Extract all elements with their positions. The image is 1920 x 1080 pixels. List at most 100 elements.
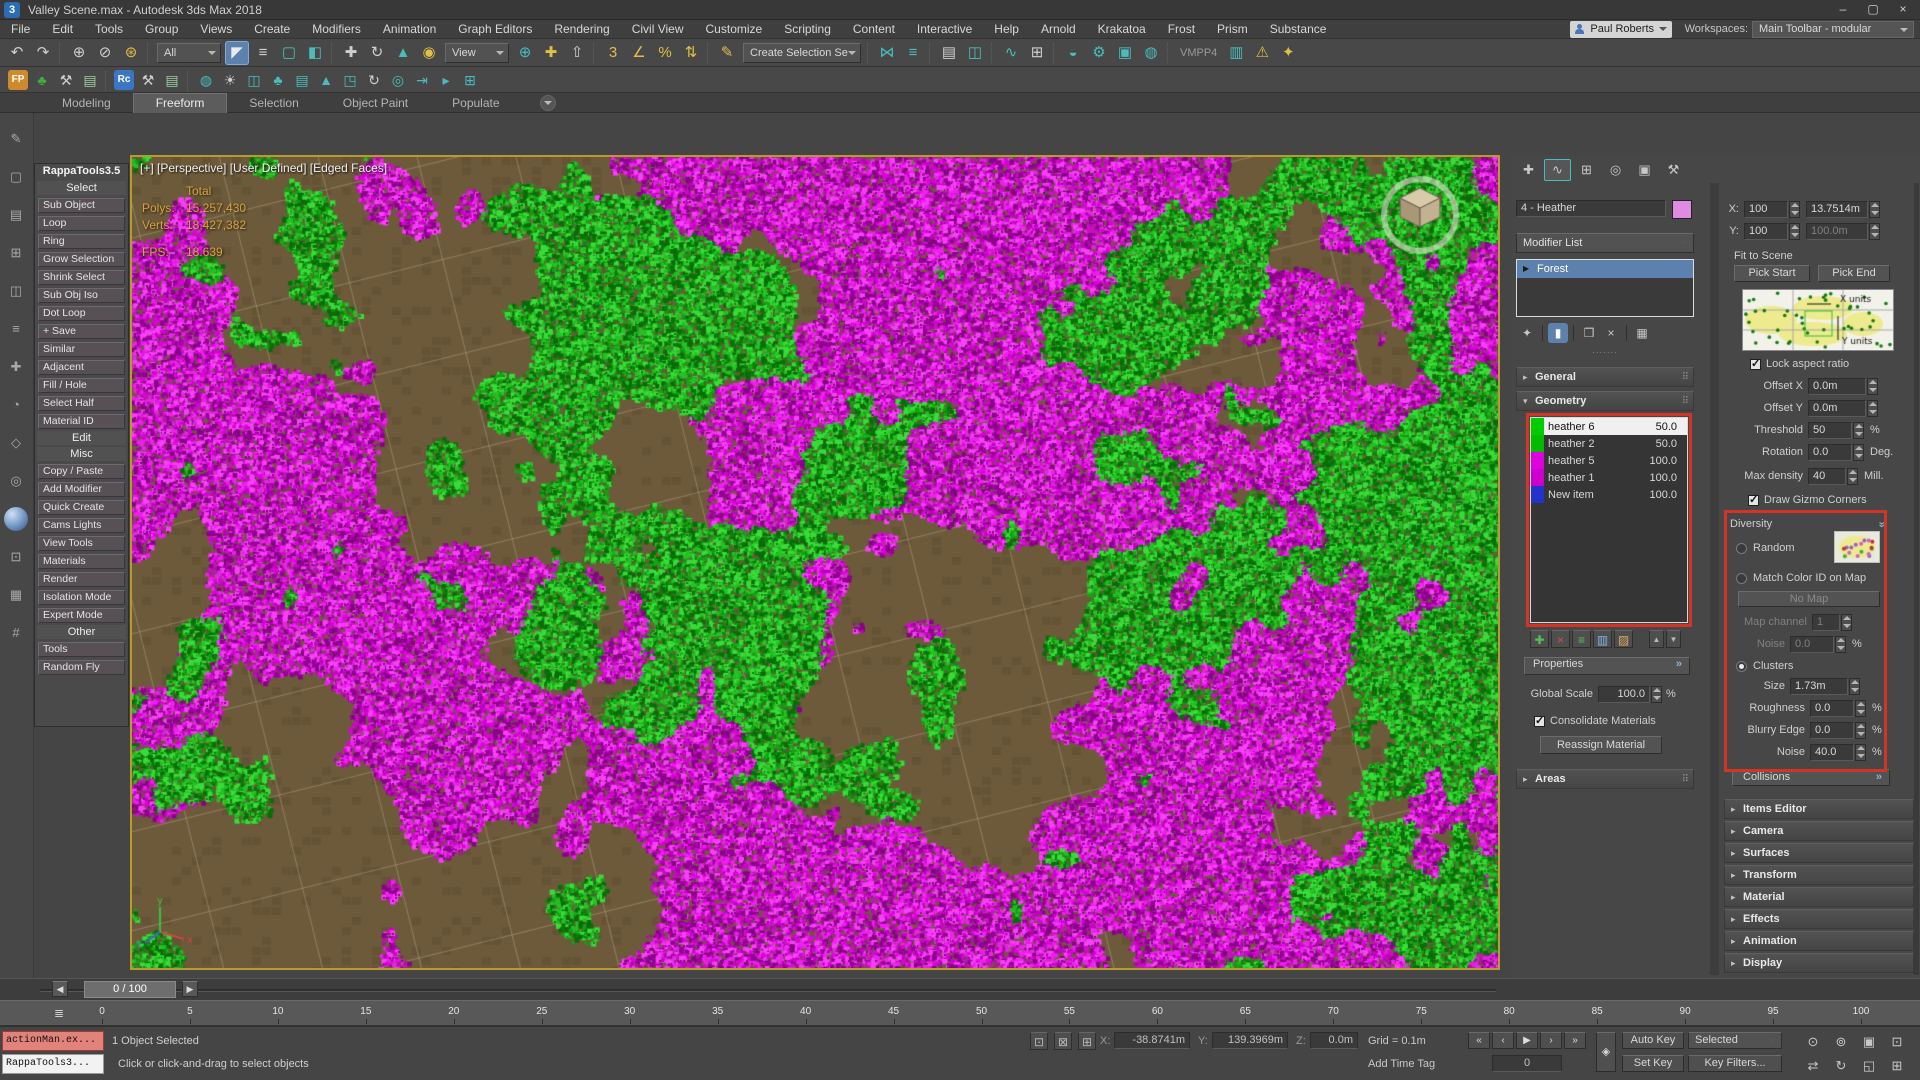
reassign-material-button[interactable]: Reassign Material: [1540, 736, 1662, 754]
rendered-frame-icon[interactable]: ▣: [1113, 41, 1137, 65]
rappatools-button-view-tools[interactable]: View Tools: [38, 536, 125, 551]
sphere-tool-icon[interactable]: [4, 507, 28, 531]
refresh-icon[interactable]: ↻: [363, 69, 385, 91]
close-button[interactable]: ×: [1888, 0, 1918, 20]
x-count-field[interactable]: 100: [1744, 201, 1788, 218]
global-scale-field[interactable]: 100.0: [1598, 686, 1650, 703]
orbit-icon[interactable]: ↻: [1828, 1055, 1854, 1077]
tab-utilities[interactable]: ⚒: [1660, 159, 1687, 181]
camera-icon[interactable]: ◫: [243, 69, 265, 91]
set-key-button[interactable]: Set Key: [1622, 1055, 1684, 1072]
ref-coord-dropdown[interactable]: View: [445, 43, 509, 63]
next-key-button[interactable]: ▶: [182, 981, 198, 997]
rollout-items-editor[interactable]: ▸Items Editor: [1724, 799, 1914, 819]
schematic-view-icon[interactable]: ⊞: [1025, 41, 1049, 65]
rollout-general[interactable]: ▸ General ⠿: [1516, 367, 1694, 387]
menu-create[interactable]: Create: [243, 20, 301, 39]
key-filters-button[interactable]: Key Filters...: [1688, 1055, 1782, 1072]
go-to-end-button[interactable]: »: [1564, 1032, 1586, 1049]
object-name-field[interactable]: 4 - Heather: [1516, 200, 1666, 217]
pick-end-button[interactable]: Pick End: [1818, 265, 1890, 282]
rappatools-button-select-half[interactable]: Select Half: [38, 396, 125, 411]
play-button[interactable]: ▶: [1516, 1032, 1538, 1049]
material-editor-icon[interactable]: ◒: [1061, 41, 1085, 65]
ribbon-tab-selection[interactable]: Selection: [227, 94, 320, 114]
consolidate-materials-row[interactable]: Consolidate Materials: [1534, 712, 1656, 730]
modifier-list-dropdown[interactable]: Modifier List: [1516, 233, 1694, 253]
time-slider-handle[interactable]: 0 / 100: [84, 981, 176, 998]
scene-explorer-icon[interactable]: ◫: [963, 41, 987, 65]
rappatools-button-adjacent[interactable]: Adjacent: [38, 360, 125, 375]
select-and-move-icon[interactable]: ✚: [339, 41, 363, 65]
warning-icon[interactable]: ⚠: [1250, 41, 1274, 65]
roughness-field[interactable]: 0.0: [1810, 700, 1854, 717]
track-bar-mode-icon[interactable]: ≣: [46, 1004, 72, 1022]
window-crossing-icon[interactable]: ◧: [303, 41, 327, 65]
offset-x-field[interactable]: 0.0m: [1808, 378, 1866, 395]
tab-create[interactable]: ✚: [1515, 159, 1542, 181]
viewport-canvas[interactable]: [132, 157, 1498, 968]
coord-z-field[interactable]: 0.0m: [1310, 1032, 1358, 1049]
spinner-icon[interactable]: [1789, 201, 1800, 218]
rappatools-button-grow-selection[interactable]: Grow Selection: [38, 252, 125, 267]
coord-display-icon[interactable]: ⊞: [1078, 1032, 1096, 1050]
tree-list-icon[interactable]: ▤: [291, 69, 313, 91]
rappatools-button-expert-mode[interactable]: Expert Mode: [38, 608, 125, 623]
panel-tool-icon[interactable]: ▦: [4, 583, 28, 607]
lock-aspect-checkbox[interactable]: [1750, 359, 1761, 370]
spinner-icon[interactable]: [1651, 686, 1662, 703]
rollout-transform[interactable]: ▸Transform: [1724, 865, 1914, 885]
macro-recorder-field[interactable]: actionMan.ex...: [2, 1031, 104, 1051]
menu-scripting[interactable]: Scripting: [773, 20, 842, 39]
add-item-icon[interactable]: ✚: [1530, 630, 1549, 648]
x-size-field[interactable]: 13.7514m: [1806, 201, 1868, 218]
rappatools-button-quick-create[interactable]: Quick Create: [38, 500, 125, 515]
menu-file[interactable]: File: [0, 20, 41, 39]
menu-modifiers[interactable]: Modifiers: [301, 20, 372, 39]
time-slider-track[interactable]: [40, 989, 1496, 992]
clock-tool-icon[interactable]: ◔: [4, 393, 28, 417]
rappatools-button-cams-lights[interactable]: Cams Lights: [38, 518, 125, 533]
rappatools-button-ring[interactable]: Ring: [38, 234, 125, 249]
select-and-place-icon[interactable]: ◉: [417, 41, 441, 65]
move-down-icon[interactable]: ▼: [1666, 630, 1681, 648]
tab-modify[interactable]: ∿: [1544, 159, 1571, 181]
paste-item-icon[interactable]: ▨: [1614, 630, 1633, 648]
rollout-effects[interactable]: ▸Effects: [1724, 909, 1914, 929]
modifier-stack[interactable]: Forest: [1516, 259, 1694, 317]
random-row[interactable]: Random: [1736, 539, 1795, 557]
rappatools-button-similar[interactable]: Similar: [38, 342, 125, 357]
zoom-region-icon[interactable]: ⊡: [1884, 1031, 1910, 1053]
current-frame-field[interactable]: 0: [1492, 1055, 1562, 1072]
menu-help[interactable]: Help: [983, 20, 1030, 39]
pine-icon[interactable]: ▲: [315, 69, 337, 91]
configure-modifier-sets-icon[interactable]: ▦: [1632, 323, 1652, 343]
spinner-icon[interactable]: [1855, 700, 1866, 717]
list-tool-icon[interactable]: ≡: [4, 317, 28, 341]
draw-gizmo-checkbox[interactable]: [1748, 495, 1759, 506]
spinner-icon[interactable]: [1849, 678, 1860, 695]
select-by-name-icon[interactable]: ≡: [251, 41, 275, 65]
ribbon-tab-modeling[interactable]: Modeling: [40, 94, 133, 114]
account-button[interactable]: Paul Roberts: [1570, 21, 1672, 38]
maximize-button[interactable]: ▢: [1858, 0, 1888, 20]
pin-stack-icon[interactable]: ✦: [1517, 323, 1537, 343]
railclone-icon[interactable]: Rc: [114, 70, 134, 90]
railclone-list-icon[interactable]: ▤: [161, 69, 183, 91]
rappatools-button-fill-hole[interactable]: Fill / Hole: [38, 378, 125, 393]
geometry-list-item[interactable]: heather 650.0: [1531, 418, 1687, 435]
rappatools-button-tools[interactable]: Tools: [38, 642, 125, 657]
maximize-viewport-icon[interactable]: ◱: [1856, 1055, 1882, 1077]
bind-to-spacewarp-icon[interactable]: ⊛: [119, 41, 143, 65]
mirror-icon[interactable]: ⋈: [875, 41, 899, 65]
pan-icon[interactable]: ⇄: [1800, 1055, 1826, 1077]
tree-frame-icon[interactable]: ◳: [339, 69, 361, 91]
mirror-tool-icon[interactable]: ◫: [4, 279, 28, 303]
offset-y-field[interactable]: 0.0m: [1808, 400, 1866, 417]
forest-tools-icon[interactable]: ⚒: [55, 69, 77, 91]
workspace-dropdown[interactable]: Main Toolbar - modular: [1752, 21, 1914, 38]
forest-list-icon[interactable]: ▤: [79, 69, 101, 91]
lock-aspect-row[interactable]: Lock aspect ratio: [1750, 355, 1849, 373]
align-icon[interactable]: ≡: [901, 41, 925, 65]
keyboard-override-icon[interactable]: ⇧: [565, 41, 589, 65]
